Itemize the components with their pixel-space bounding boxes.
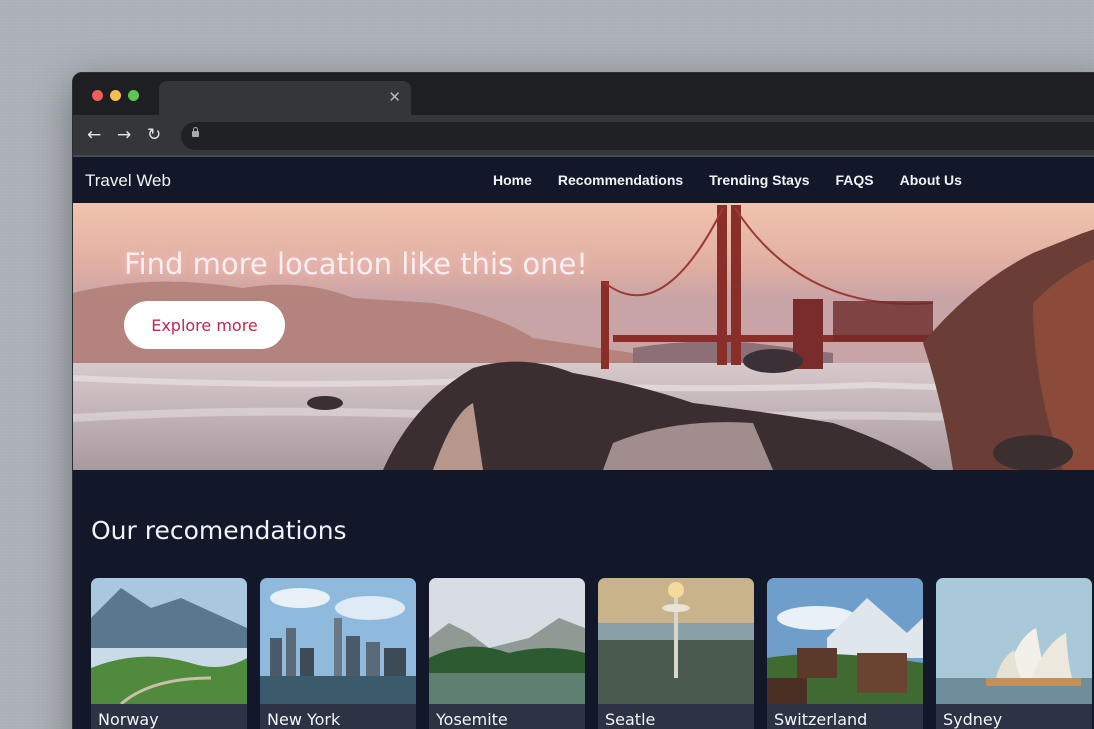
card-label: Yosemite (436, 710, 508, 729)
card-sydney[interactable]: Sydney (936, 578, 1092, 729)
card-image (936, 578, 1092, 704)
card-image (260, 578, 416, 704)
maximize-window-button[interactable] (128, 90, 139, 101)
recommendation-cards: Norway New York Yosemite Seatle Switzerl… (91, 578, 1092, 729)
card-yosemite[interactable]: Yosemite (429, 578, 585, 729)
card-image (91, 578, 247, 704)
card-switzerland[interactable]: Switzerland (767, 578, 923, 729)
browser-titlebar: ✕ (73, 73, 1094, 115)
address-bar[interactable] (181, 122, 1094, 150)
window-controls (92, 90, 139, 101)
card-label: New York (267, 710, 341, 729)
recommendations-title: Our recomendations (91, 516, 347, 545)
card-label: Norway (98, 710, 159, 729)
main-nav: Home Recommendations Trending Stays FAQS… (493, 172, 962, 188)
nav-about-us[interactable]: About Us (900, 172, 962, 188)
arrow-left-icon[interactable]: ← (87, 125, 101, 145)
nav-recommendations[interactable]: Recommendations (558, 172, 683, 188)
browser-toolbar: ← → ↻ (73, 115, 1094, 157)
card-image (429, 578, 585, 704)
nav-home[interactable]: Home (493, 172, 532, 188)
card-label: Seatle (605, 710, 656, 729)
card-norway[interactable]: Norway (91, 578, 247, 729)
arrow-right-icon[interactable]: → (117, 125, 131, 145)
explore-more-button[interactable]: Explore more (124, 301, 285, 349)
card-label: Switzerland (774, 710, 868, 729)
nav-trending-stays[interactable]: Trending Stays (709, 172, 809, 188)
lock-icon (192, 127, 199, 137)
nav-faqs[interactable]: FAQS (836, 172, 874, 188)
card-label: Sydney (943, 710, 1003, 729)
card-image (598, 578, 754, 704)
reload-icon[interactable]: ↻ (147, 125, 161, 145)
close-icon[interactable]: ✕ (388, 89, 401, 105)
minimize-window-button[interactable] (110, 90, 121, 101)
card-image (767, 578, 923, 704)
hero-banner: Find more location like this one! Explor… (73, 203, 1094, 470)
close-window-button[interactable] (92, 90, 103, 101)
card-new-york[interactable]: New York (260, 578, 416, 729)
card-seatle[interactable]: Seatle (598, 578, 754, 729)
browser-tab[interactable]: ✕ (159, 81, 411, 115)
hero-title: Find more location like this one! (124, 247, 588, 281)
site-header: Travel Web Home Recommendations Trending… (73, 157, 1094, 203)
site-brand[interactable]: Travel Web (85, 171, 171, 191)
